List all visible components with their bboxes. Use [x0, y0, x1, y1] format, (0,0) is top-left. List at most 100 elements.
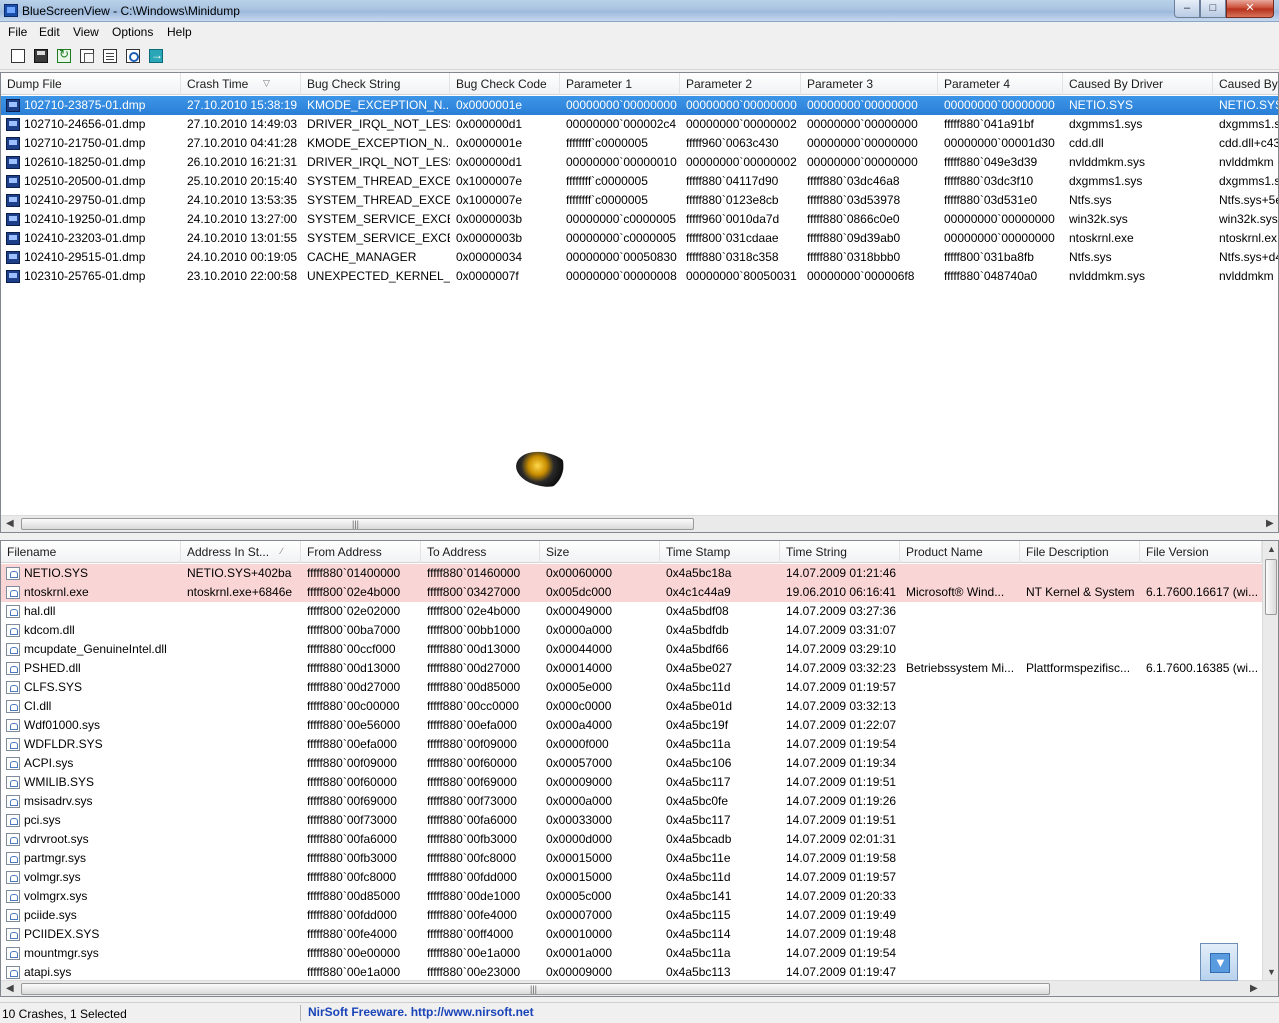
driver-row[interactable]: kdcom.dll fffff800`00ba7000 fffff800`00bb1…: [1, 621, 1262, 640]
menu-file[interactable]: File: [4, 25, 31, 39]
col-time-stamp[interactable]: Time Stamp: [660, 541, 780, 563]
cell-dump-file: 102610-18250-01.dmp: [24, 155, 146, 169]
crash-row[interactable]: 102410-29750-01.dmp 24.10.2010 13:53:35 SY…: [1, 191, 1278, 210]
vscroll-thumb[interactable]: [1265, 559, 1277, 615]
driver-row[interactable]: pciide.sys fffff880`00fdd000 fffff880`00fe…: [1, 906, 1262, 925]
driver-row[interactable]: PSHED.dll fffff880`00d13000 fffff880`00d27…: [1, 659, 1262, 678]
driver-row[interactable]: hal.dll fffff800`02e02000 fffff800`02e4b00…: [1, 602, 1262, 621]
driver-row[interactable]: mcupdate_GenuineIntel.dll fffff880`00ccf0…: [1, 640, 1262, 659]
driver-list-vscrollbar[interactable]: ▲ ▼: [1262, 541, 1278, 980]
driver-row[interactable]: NETIO.SYS NETIO.SYS+402ba fffff880`0140000…: [1, 564, 1262, 583]
crash-row[interactable]: 102310-25765-01.dmp 23.10.2010 22:00:58 UN…: [1, 267, 1278, 286]
crash-row[interactable]: 102410-19250-01.dmp 24.10.2010 13:27:00 SY…: [1, 210, 1278, 229]
cell-bug-check-code: 0x000000d1: [456, 155, 523, 169]
close-button[interactable]: ✕: [1226, 0, 1274, 18]
refresh-button[interactable]: [55, 47, 73, 65]
menu-view[interactable]: View: [69, 25, 103, 39]
driver-list[interactable]: Filename Address In St... ∕ From Address…: [0, 540, 1279, 997]
cell-size: 0x000c0000: [546, 699, 612, 713]
driver-list-hscrollbar[interactable]: ◀ ||| ▶: [1, 980, 1278, 996]
nirsoft-link[interactable]: NirSoft Freeware. http://www.nirsoft.net: [308, 1005, 534, 1019]
col-time-string[interactable]: Time String: [780, 541, 900, 563]
cell-caused-by-address: Ntfs.sys+d4: [1219, 250, 1279, 264]
driver-row[interactable]: ntoskrnl.exe ntoskrnl.exe+6846e fffff800`0…: [1, 583, 1262, 602]
driver-row[interactable]: CLFS.SYS fffff880`00d27000 fffff880`00d850…: [1, 678, 1262, 697]
menu-help[interactable]: Help: [163, 25, 196, 39]
scroll-right-icon[interactable]: ▶: [1250, 983, 1258, 994]
scroll-left-icon[interactable]: ◀: [6, 983, 14, 994]
driver-row[interactable]: ACPI.sys fffff880`00f09000 fffff880`00f600…: [1, 754, 1262, 773]
col-product-name[interactable]: Product Name: [900, 541, 1020, 563]
driver-row[interactable]: volmgr.sys fffff880`00fc8000 fffff880`00fd…: [1, 868, 1262, 887]
crash-row[interactable]: 102710-21750-01.dmp 27.10.2010 04:41:28 KM…: [1, 134, 1278, 153]
col-parameter-1[interactable]: Parameter 1: [560, 73, 680, 95]
cell-address-in-stack: [181, 678, 301, 697]
driver-row[interactable]: WDFLDR.SYS fffff880`00efa000 fffff880`00f0…: [1, 735, 1262, 754]
crash-row[interactable]: 102610-18250-01.dmp 26.10.2010 16:21:31 DR…: [1, 153, 1278, 172]
cell-time-stamp: 0x4a5be027: [666, 661, 733, 675]
find-button[interactable]: [124, 47, 142, 65]
crash-list-hscrollbar[interactable]: ◀ ||| ▶: [1, 515, 1278, 532]
col-from-address[interactable]: From Address: [301, 541, 421, 563]
scroll-right-icon[interactable]: ▶: [1266, 518, 1274, 529]
driver-row[interactable]: vdrvroot.sys fffff880`00fa6000 fffff880`00…: [1, 830, 1262, 849]
exit-button[interactable]: [147, 47, 165, 65]
col-caused-by-driver[interactable]: Caused By Driver: [1063, 73, 1213, 95]
driver-row[interactable]: pci.sys fffff880`00f73000 fffff880`00fa600…: [1, 811, 1262, 830]
crash-list[interactable]: Dump File Crash Time ▽ Bug Check String …: [0, 72, 1279, 533]
cell-time-stamp: 0x4a5bc18a: [666, 566, 732, 580]
cell-file-version: [1140, 773, 1262, 792]
minimize-button[interactable]: –: [1174, 0, 1200, 18]
col-file-version[interactable]: File Version: [1140, 541, 1262, 563]
col-parameter-3[interactable]: Parameter 3: [801, 73, 938, 95]
crash-row[interactable]: 102510-20500-01.dmp 25.10.2010 20:15:40 SY…: [1, 172, 1278, 191]
driver-row[interactable]: msisadrv.sys fffff880`00f69000 fffff880`00…: [1, 792, 1262, 811]
driver-row[interactable]: mountmgr.sys fffff880`00e00000 fffff880`00…: [1, 944, 1262, 963]
col-address-in-stack[interactable]: Address In St...: [181, 541, 301, 563]
cell-from-address: fffff880`00efa000: [307, 737, 397, 751]
crash-row[interactable]: 102710-24656-01.dmp 27.10.2010 14:49:03 DR…: [1, 115, 1278, 134]
crash-row[interactable]: 102410-29515-01.dmp 24.10.2010 00:19:05 CA…: [1, 248, 1278, 267]
menu-options[interactable]: Options: [108, 25, 157, 39]
driver-row[interactable]: CI.dll fffff880`00c00000 fffff880`00cc0000…: [1, 697, 1262, 716]
col-parameter-2[interactable]: Parameter 2: [680, 73, 801, 95]
col-file-description[interactable]: File Description: [1020, 541, 1140, 563]
download-button[interactable]: [1200, 943, 1238, 981]
col-caused-by-address[interactable]: Caused By ...: [1213, 73, 1278, 95]
col-filename[interactable]: Filename: [1, 541, 181, 563]
col-parameter-4[interactable]: Parameter 4: [938, 73, 1063, 95]
col-size[interactable]: Size: [540, 541, 660, 563]
cell-crash-time: 25.10.2010 20:15:40: [187, 174, 298, 188]
col-crash-time[interactable]: Crash Time: [181, 73, 301, 95]
cell-product-name: [900, 944, 1020, 963]
maximize-button[interactable]: □: [1200, 0, 1226, 18]
crash-row[interactable]: 102710-23875-01.dmp 27.10.2010 15:38:19 KM…: [1, 96, 1278, 115]
select-columns-button[interactable]: [9, 47, 27, 65]
hscroll-thumb[interactable]: |||: [21, 518, 694, 530]
cell-product-name: [900, 678, 1020, 697]
scroll-left-icon[interactable]: ◀: [6, 518, 14, 529]
hscroll-thumb[interactable]: |||: [21, 983, 1050, 995]
crash-row[interactable]: 102410-23203-01.dmp 24.10.2010 13:01:55 SY…: [1, 229, 1278, 248]
col-bug-check-string[interactable]: Bug Check String: [301, 73, 450, 95]
driver-row[interactable]: PCIIDEX.SYS fffff880`00fe4000 fffff880`00f…: [1, 925, 1262, 944]
cell-to-address: fffff880`00efa000: [427, 718, 517, 732]
properties-button[interactable]: [101, 47, 119, 65]
driver-row[interactable]: Wdf01000.sys fffff880`00e56000 fffff880`00…: [1, 716, 1262, 735]
scroll-up-icon[interactable]: ▲: [1267, 544, 1276, 554]
driver-row[interactable]: WMILIB.SYS fffff880`00f60000 fffff880`00f6…: [1, 773, 1262, 792]
cell-file-version: [1140, 868, 1262, 887]
driver-row[interactable]: partmgr.sys fffff880`00fb3000 fffff880`00f…: [1, 849, 1262, 868]
col-dump-file[interactable]: Dump File: [1, 73, 181, 95]
cell-parameter-2: fffff960`0010da7d: [686, 212, 780, 226]
menu-edit[interactable]: Edit: [35, 25, 64, 39]
copy-button[interactable]: [78, 47, 96, 65]
cell-crash-time: 27.10.2010 04:41:28: [187, 136, 298, 150]
col-bug-check-code[interactable]: Bug Check Code: [450, 73, 560, 95]
save-button[interactable]: [32, 47, 50, 65]
col-to-address[interactable]: To Address: [421, 541, 540, 563]
driver-row[interactable]: volmgrx.sys fffff880`00d85000 fffff880`00d…: [1, 887, 1262, 906]
find-icon: [126, 49, 140, 63]
scroll-down-icon[interactable]: ▼: [1267, 967, 1276, 977]
cell-to-address: fffff880`00fb3000: [427, 832, 517, 846]
